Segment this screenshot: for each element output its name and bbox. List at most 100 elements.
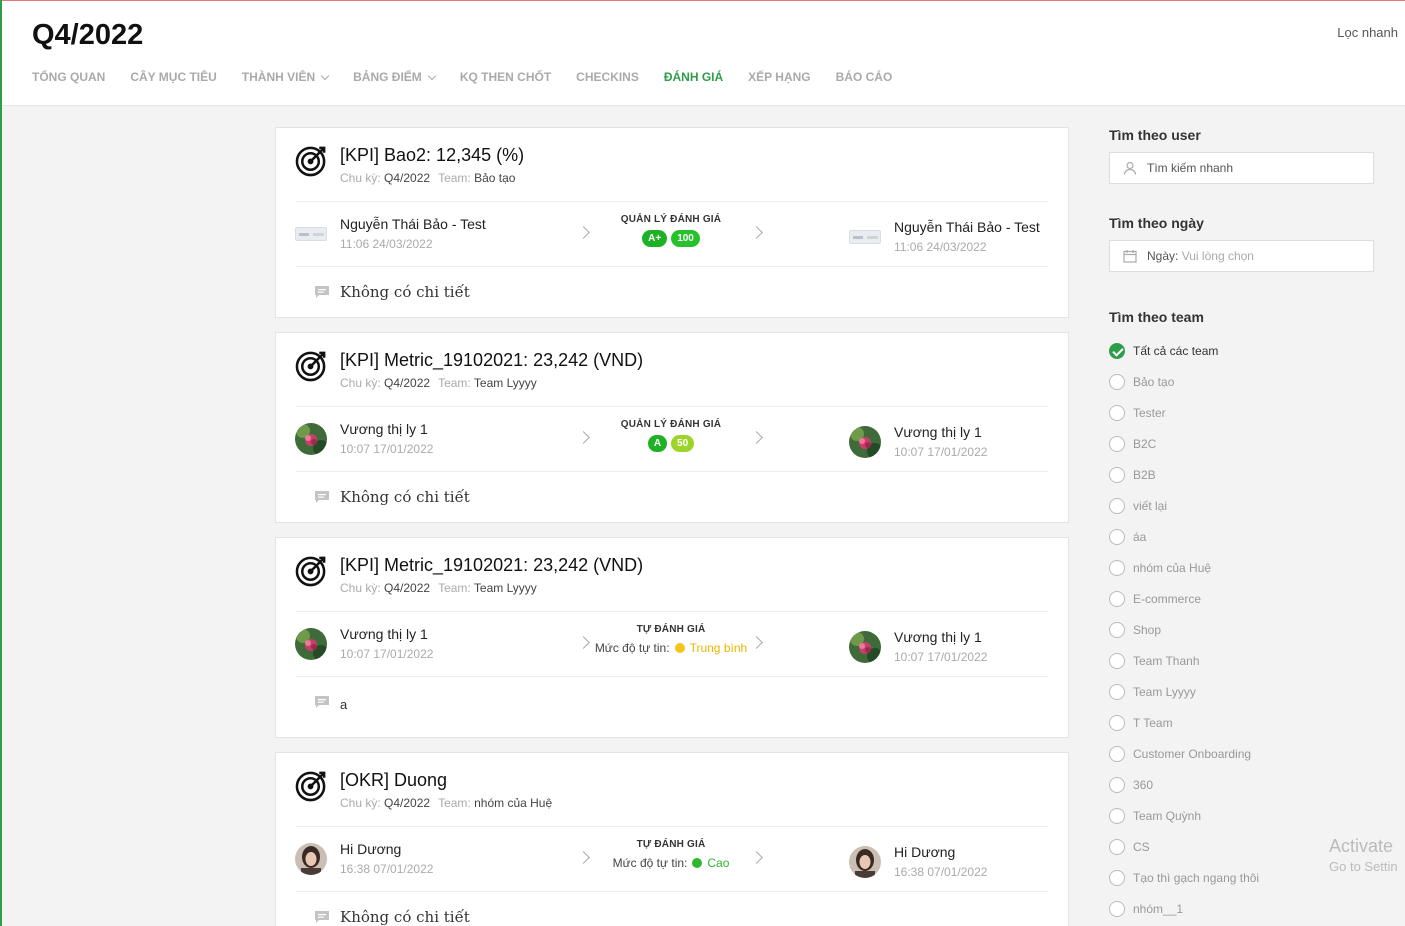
team-option-label: Tất cả các team [1133, 343, 1219, 358]
radio-button[interactable] [1109, 373, 1125, 390]
nav-tab-7[interactable]: XẾP HẠNG [748, 70, 810, 84]
user-filter-title: Tìm theo user [1109, 127, 1201, 143]
radio-button[interactable] [1109, 745, 1125, 762]
cycle-value: Q4/2022 [384, 376, 431, 390]
filter-sidebar: Tìm theo user Tìm kiếm nhanh Tìm theo ng… [1109, 127, 1405, 924]
evaluation-row: Nguyễn Thái Bảo - Test 11:06 24/03/2022 Ng… [276, 202, 1068, 266]
nav-tab-label: XẾP HẠNG [748, 70, 811, 84]
page-header: Q4/2022 Lọc nhanh TỔNG QUAN CÂY MỤC TIÊU T… [2, 1, 1405, 106]
evaluatee: Nguyễn Thái Bảo - Test 11:06 24/03/2022 [295, 216, 495, 256]
radio-button[interactable] [1109, 497, 1125, 514]
radio-button[interactable] [1109, 466, 1125, 483]
team-value: Bảo tạo [474, 171, 516, 185]
nav-tab-0[interactable]: TỔNG QUAN [32, 70, 105, 84]
radio-button[interactable] [1109, 342, 1125, 359]
team-option-label: nhóm của Huệ [1133, 560, 1212, 575]
comment-row: Không có chi tiết [276, 892, 1068, 926]
team-option[interactable]: viết lại [1109, 490, 1405, 521]
team-option[interactable]: nhóm của Huệ [1109, 552, 1405, 583]
radio-button[interactable] [1109, 559, 1125, 576]
team-option[interactable]: B2B [1109, 459, 1405, 490]
person-name[interactable]: Nguyễn Thái Bảo - Test [894, 219, 1040, 235]
evaluation-result: QUẢN LÝ ĐÁNH GIÁ A+ 100 [586, 214, 756, 247]
nav-tab-label: BÁO CÁO [835, 70, 893, 84]
team-option[interactable]: Team Thanh [1109, 645, 1405, 676]
nav-tab-4[interactable]: KQ THEN CHỐT [460, 70, 551, 84]
team-option[interactable]: B2C [1109, 428, 1405, 459]
nav-tab-3[interactable]: BẢNG ĐIỂM [353, 70, 437, 84]
radio-button[interactable] [1109, 838, 1125, 855]
evaluation-row: Hi Dương 16:38 07/01/2022 Hi Dương 16:38 07… [276, 827, 1068, 891]
team-option[interactable]: T Team [1109, 707, 1405, 738]
radio-button[interactable] [1109, 404, 1125, 421]
avatar [849, 631, 881, 663]
radio-button[interactable] [1109, 652, 1125, 669]
user-search-input[interactable]: Tìm kiếm nhanh [1109, 152, 1374, 184]
person-timestamp: 10:07 17/01/2022 [894, 445, 988, 459]
person-timestamp: 10:07 17/01/2022 [340, 647, 434, 661]
radio-button[interactable] [1109, 528, 1125, 545]
comment-text: a [340, 697, 348, 712]
nav-tab-2[interactable]: THÀNH VIÊN [242, 70, 330, 84]
team-option[interactable]: Customer Onboarding [1109, 738, 1405, 769]
card-header: [KPI] Bao2: 12,345 (%) Chu kỳ: Q4/2022 Tea… [276, 128, 1068, 201]
team-option[interactable]: 360 [1109, 769, 1405, 800]
quick-filter-link[interactable]: Lọc nhanh [1337, 25, 1398, 40]
nav-tab-6[interactable]: ĐÁNH GIÁ [664, 70, 723, 84]
team-option[interactable]: Tất cả các team [1109, 335, 1405, 366]
nav-tab-8[interactable]: BÁO CÁO [836, 70, 893, 84]
comment-row: Không có chi tiết [276, 267, 1068, 317]
cycle-label: Chu kỳ: [340, 581, 381, 595]
objective-title[interactable]: [KPI] Metric_19102021: 23,242 (VND) [340, 555, 643, 576]
team-option[interactable]: áa [1109, 521, 1405, 552]
team-option[interactable]: nhóm__1 [1109, 893, 1405, 924]
team-option-label: CS [1133, 839, 1150, 854]
radio-button[interactable] [1109, 714, 1125, 731]
nav-tab-1[interactable]: CÂY MỤC TIÊU [130, 70, 216, 84]
team-option-label: Shop [1133, 622, 1162, 637]
evaluation-row: Vương thị ly 1 10:07 17/01/2022 Vương thị … [276, 407, 1068, 471]
grade-badge: A+ [642, 230, 668, 247]
team-option[interactable]: Bảo tạo [1109, 366, 1405, 397]
objective-title[interactable]: [OKR] Duong [340, 770, 447, 791]
person-name[interactable]: Vương thị ly 1 [894, 629, 982, 645]
team-option[interactable]: Team Quỳnh [1109, 800, 1405, 831]
person-name[interactable]: Vương thị ly 1 [894, 424, 982, 440]
radio-button[interactable] [1109, 435, 1125, 452]
team-option[interactable]: E-commerce [1109, 583, 1405, 614]
confidence-level: Mức độ tự tin: Trung bình [586, 641, 756, 655]
confidence-level: Mức độ tự tin: Cao [586, 856, 756, 870]
radio-button[interactable] [1109, 807, 1125, 824]
objective-title[interactable]: [KPI] Metric_19102021: 23,242 (VND) [340, 350, 643, 371]
date-picker-input[interactable]: Ngày: Vui lòng chọn [1109, 240, 1374, 272]
radio-button[interactable] [1109, 683, 1125, 700]
cycle-label: Chu kỳ: [340, 376, 381, 390]
radio-button[interactable] [1109, 900, 1125, 917]
card-meta: Chu kỳ: Q4/2022 Team: Bảo tạo [340, 171, 523, 185]
radio-button[interactable] [1109, 776, 1125, 793]
nav-tab-5[interactable]: CHECKINS [576, 70, 639, 84]
target-icon [295, 144, 328, 177]
person-name[interactable]: Hi Dương [894, 844, 955, 860]
comment-text: Không có chi tiết [340, 488, 470, 506]
person-name[interactable]: Hi Dương [340, 841, 401, 857]
objective-title[interactable]: [KPI] Bao2: 12,345 (%) [340, 145, 524, 166]
team-option[interactable]: Team Lyyyy [1109, 676, 1405, 707]
person-name[interactable]: Vương thị ly 1 [340, 421, 428, 437]
cycle-value: Q4/2022 [384, 581, 431, 595]
radio-button[interactable] [1109, 590, 1125, 607]
team-label: Team: [438, 581, 471, 595]
person-name[interactable]: Nguyễn Thái Bảo - Test [340, 216, 486, 232]
team-option[interactable]: Shop [1109, 614, 1405, 645]
person-timestamp: 16:38 07/01/2022 [340, 862, 434, 876]
radio-button[interactable] [1109, 869, 1125, 886]
person-name[interactable]: Vương thị ly 1 [340, 626, 428, 642]
radio-button[interactable] [1109, 621, 1125, 638]
evaluation-card: [KPI] Metric_19102021: 23,242 (VND) Chu k… [275, 537, 1069, 738]
card-header: [KPI] Metric_19102021: 23,242 (VND) Chu k… [276, 538, 1068, 611]
team-option[interactable]: Tester [1109, 397, 1405, 428]
team-option-label: nhóm__1 [1133, 901, 1184, 916]
team-option-label: T Team [1133, 715, 1173, 730]
score-badge: 50 [671, 435, 695, 452]
nav-tab-label: KQ THEN CHỐT [459, 70, 552, 84]
